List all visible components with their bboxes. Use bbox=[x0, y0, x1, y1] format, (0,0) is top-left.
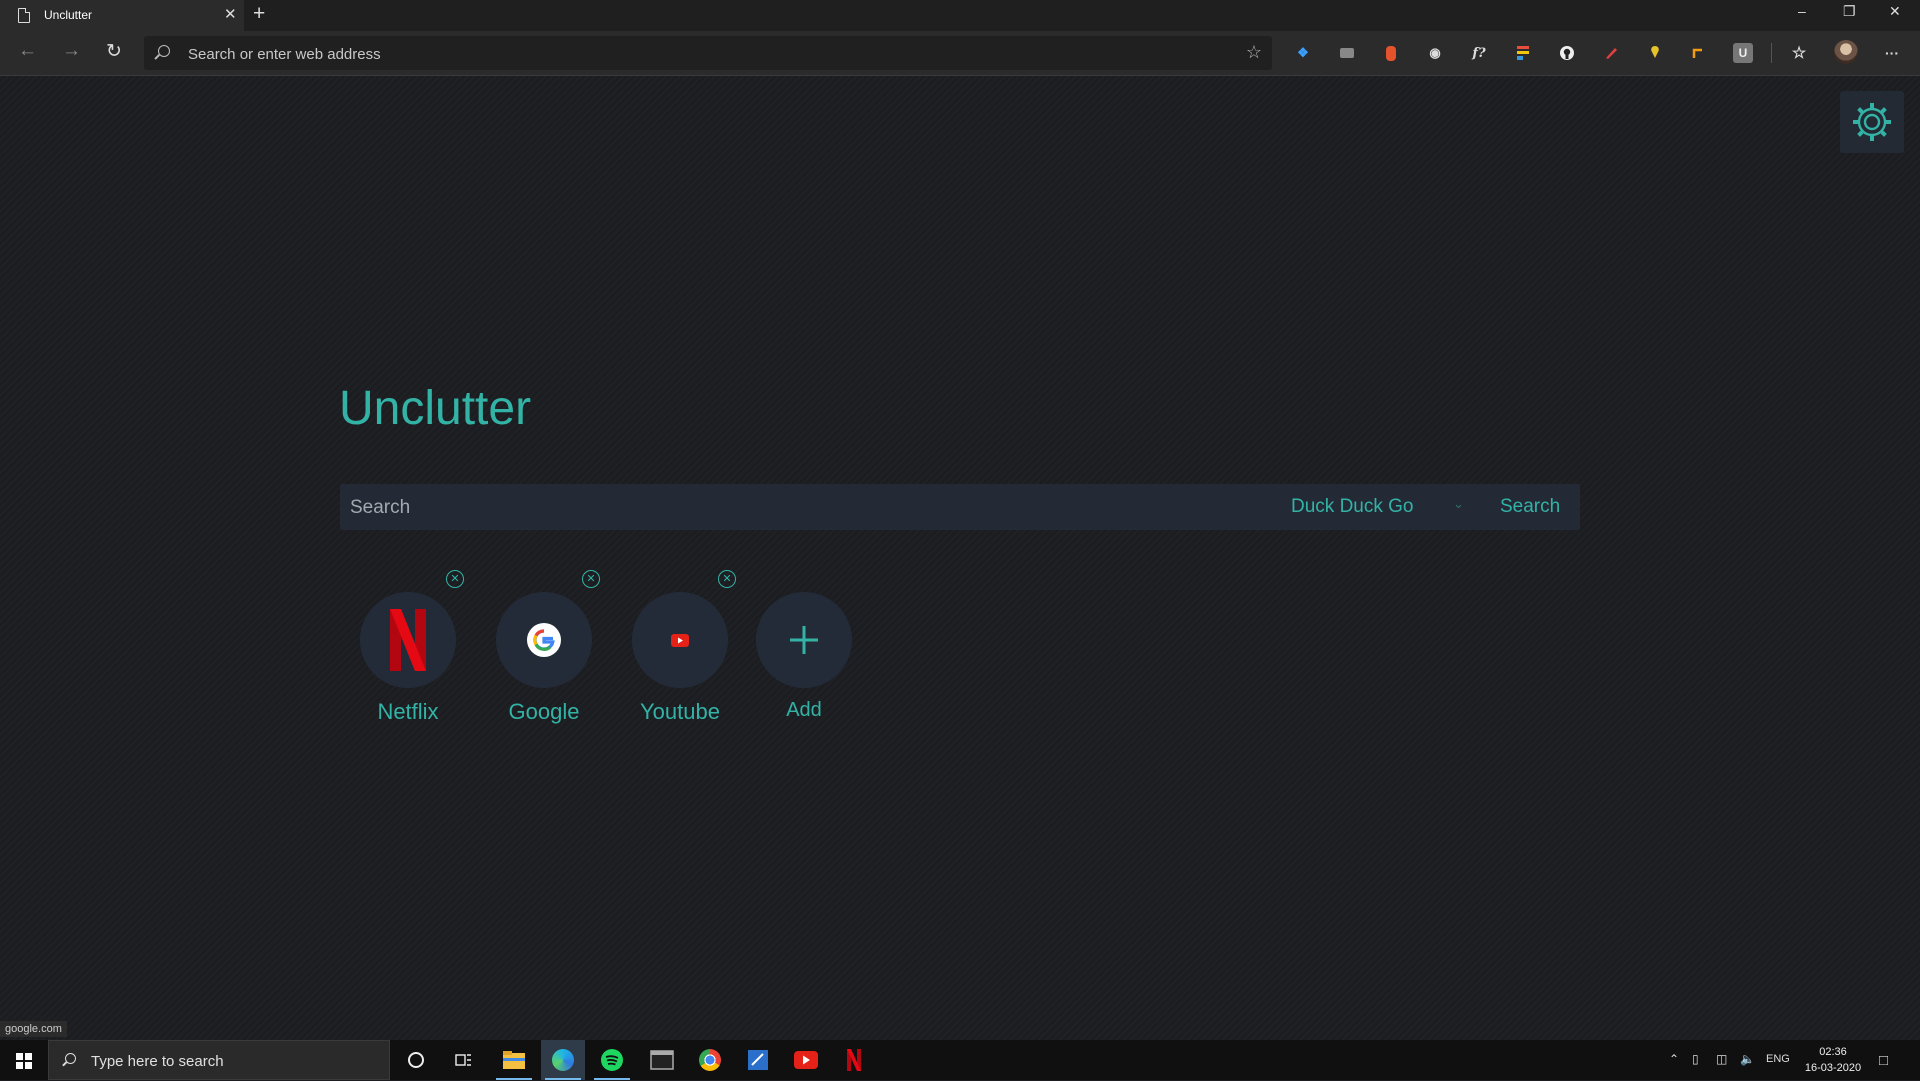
tab-close-icon[interactable]: ✕ bbox=[224, 5, 237, 23]
avatar[interactable] bbox=[1834, 40, 1858, 64]
pen-icon[interactable] bbox=[1601, 43, 1621, 63]
spotify-icon[interactable] bbox=[590, 1040, 634, 1080]
ext-box-icon[interactable] bbox=[1337, 43, 1357, 63]
toolbar-separator bbox=[1771, 43, 1772, 63]
taskbar-search-input[interactable] bbox=[89, 1041, 383, 1081]
add-label: Add bbox=[786, 699, 822, 721]
add-shortcut-button[interactable]: Add bbox=[728, 517, 858, 721]
close-window-button[interactable]: ✕ bbox=[1889, 3, 1901, 20]
network-icon[interactable]: ◫ bbox=[1716, 1052, 1727, 1066]
chevron-up-icon[interactable]: ⌃ bbox=[1669, 1052, 1679, 1066]
task-view-icon[interactable] bbox=[442, 1040, 486, 1080]
settings-button[interactable] bbox=[1840, 91, 1904, 153]
camera-icon[interactable]: ◉ bbox=[1425, 43, 1445, 63]
ext-arrow-icon[interactable] bbox=[1689, 43, 1709, 63]
shortcut-google[interactable]: ✕ Google bbox=[468, 517, 600, 724]
address-input[interactable] bbox=[186, 36, 1190, 72]
remove-icon[interactable]: ✕ bbox=[446, 570, 464, 588]
notification-icon[interactable]: □ bbox=[1879, 1052, 1888, 1069]
shortcut-label: Google bbox=[508, 699, 580, 724]
status-url: google.com bbox=[0, 1021, 67, 1037]
plus-icon bbox=[756, 592, 852, 688]
ext-fire-icon[interactable] bbox=[1381, 43, 1401, 63]
gear-icon bbox=[1853, 103, 1891, 141]
cortana-icon[interactable] bbox=[394, 1040, 438, 1080]
search-engine-select[interactable]: Duck Duck Go bbox=[1291, 496, 1413, 518]
tab-title: Unclutter bbox=[44, 8, 93, 22]
pin-icon[interactable] bbox=[1645, 43, 1665, 63]
github-icon[interactable] bbox=[1557, 43, 1577, 63]
forward-arrow-icon[interactable]: → bbox=[62, 40, 81, 62]
google-logo-icon bbox=[496, 592, 592, 688]
favorite-star-icon[interactable]: ☆ bbox=[1246, 42, 1262, 63]
restore-button[interactable]: ❐ bbox=[1843, 3, 1856, 20]
function-icon[interactable]: f? bbox=[1469, 43, 1489, 63]
sheets-icon[interactable] bbox=[1513, 43, 1533, 63]
tab-unclutter[interactable]: Unclutter ✕ bbox=[0, 0, 244, 31]
shortcut-label: Netflix bbox=[377, 699, 439, 724]
shortcut-youtube[interactable]: ✕ Youtube bbox=[604, 517, 736, 724]
clock-time: 02:36 bbox=[1819, 1046, 1847, 1058]
minimize-button[interactable]: – bbox=[1798, 3, 1806, 19]
remove-icon[interactable]: ✕ bbox=[582, 570, 600, 588]
search-icon bbox=[65, 1053, 76, 1064]
youtube-logo-icon bbox=[632, 592, 728, 688]
youtube-icon[interactable] bbox=[784, 1040, 828, 1080]
taskbar: ⌃ ▯ ◫ 🔈 ENG 02:36 16-03-2020 □ bbox=[0, 1040, 1920, 1081]
battery-icon[interactable]: ▯ bbox=[1692, 1052, 1699, 1066]
u-icon[interactable]: U bbox=[1733, 43, 1753, 63]
tab-strip: Unclutter ✕ + – ❐ ✕ bbox=[0, 0, 1920, 31]
volume-icon[interactable]: 🔈 bbox=[1740, 1052, 1755, 1066]
back-arrow-icon[interactable]: ← bbox=[18, 40, 37, 62]
chevron-down-icon[interactable]: ⌄ bbox=[1453, 496, 1464, 512]
search-icon bbox=[158, 45, 170, 57]
dashlane-icon[interactable]: ❖ bbox=[1293, 43, 1313, 63]
clock-date: 16-03-2020 bbox=[1804, 1062, 1862, 1074]
clock[interactable]: 02:36 16-03-2020 bbox=[1800, 1044, 1866, 1076]
app-icon[interactable] bbox=[736, 1040, 780, 1080]
new-tab-button[interactable]: + bbox=[253, 2, 265, 26]
taskbar-search[interactable] bbox=[48, 1040, 390, 1081]
page-icon bbox=[18, 8, 30, 23]
favorites-icon[interactable]: ☆ bbox=[1789, 43, 1809, 63]
netflix-icon[interactable] bbox=[832, 1040, 876, 1080]
more-icon[interactable]: ··· bbox=[1882, 43, 1902, 63]
new-tab-page: Unclutter Duck Duck Go ⌄ Search bbox=[0, 76, 1920, 1040]
edge-icon[interactable] bbox=[541, 1040, 585, 1080]
windows-start-icon[interactable] bbox=[16, 1053, 32, 1069]
file-explorer-icon[interactable] bbox=[492, 1040, 536, 1080]
shortcut-netflix[interactable]: ✕ Netflix bbox=[332, 517, 464, 724]
page-title: Unclutter bbox=[339, 382, 532, 435]
netflix-logo-icon bbox=[360, 592, 456, 688]
browser-toolbar: ← → ↻ ☆ bbox=[0, 31, 1920, 76]
language-indicator[interactable]: ENG bbox=[1766, 1053, 1790, 1065]
chrome-icon[interactable] bbox=[688, 1040, 732, 1080]
address-bar[interactable]: ☆ bbox=[144, 36, 1272, 72]
search-button[interactable]: Search bbox=[1500, 496, 1560, 518]
refresh-icon[interactable]: ↻ bbox=[106, 40, 122, 63]
terminal-icon[interactable] bbox=[640, 1040, 684, 1080]
